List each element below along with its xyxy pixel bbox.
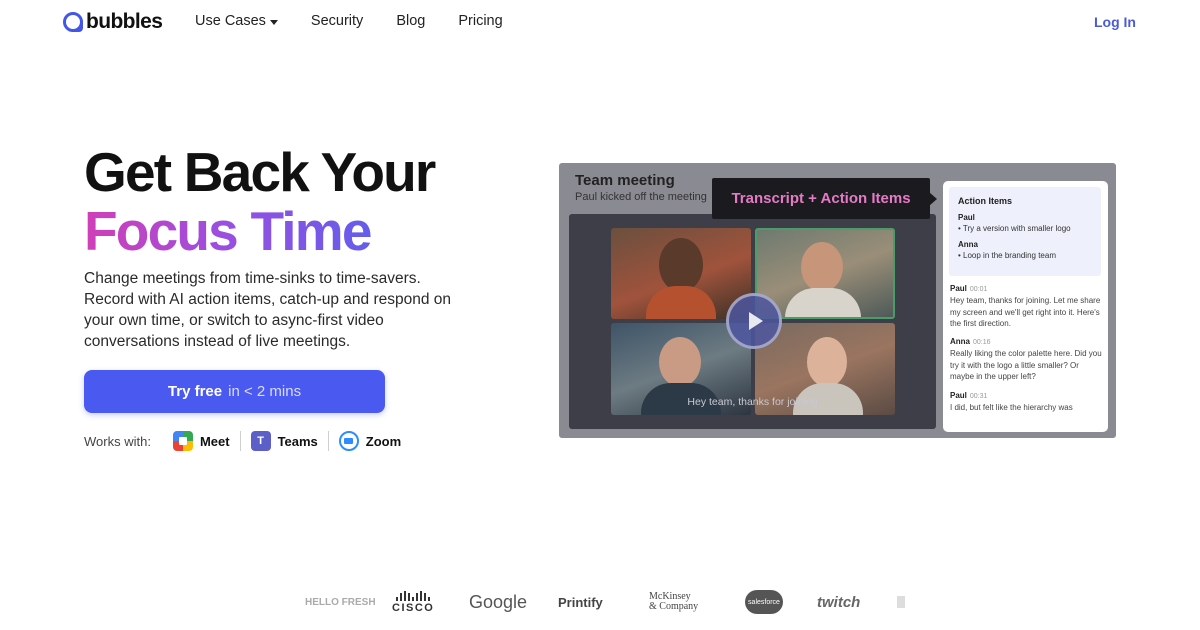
top-nav: bubbles Use Cases Security Blog Pricing … [0, 0, 1200, 44]
bubbles-logo-icon [63, 12, 83, 32]
meeting-title: Team meeting [575, 172, 675, 189]
app-label: Zoom [365, 433, 402, 449]
cisco-logo: CISCO [392, 585, 434, 619]
cta-main-label: Try free [167, 383, 223, 400]
action-item: • Try a version with smaller logo [958, 224, 1071, 233]
app-meet: Meet [163, 431, 240, 451]
printify-logo: Printify [558, 594, 603, 610]
cta-sub-label: in < 2 mins [228, 383, 302, 400]
login-link[interactable]: Log In [1094, 14, 1136, 30]
microsoft-teams-icon: T [250, 431, 271, 451]
participant-body [646, 286, 716, 319]
google-meet-icon [172, 431, 193, 451]
hellofresh-logo: HELLO FRESH [305, 596, 376, 608]
transcript-entry: Paul 00:01 Hey team, thanks for joining. … [950, 284, 1102, 330]
salesforce-logo: salesforce [745, 590, 783, 614]
app-label: Meet [199, 433, 230, 449]
nav-links: Use Cases Security Blog Pricing [195, 13, 503, 29]
video-player[interactable]: Hey team, thanks for joining [569, 214, 936, 429]
app-zoom: Zoom [329, 431, 411, 451]
speaker-name: Paul [950, 284, 967, 293]
transcript-entry: Paul 00:31 I did, but felt like the hiera… [950, 391, 1102, 414]
hero-subtitle: Change meetings from time-sinks to time-… [84, 270, 452, 350]
transcript-text: Hey team, thanks for joining. Let me sha… [950, 296, 1101, 328]
app-label: Teams [277, 433, 318, 449]
participant-face [807, 337, 847, 387]
participant-face [801, 242, 843, 292]
zoom-icon [338, 431, 359, 451]
bubbles-logo[interactable]: bubbles [63, 10, 163, 34]
nav-link-pricing[interactable]: Pricing [458, 13, 502, 29]
try-free-button[interactable]: Try free in < 2 mins [84, 370, 385, 413]
nav-link-use-cases[interactable]: Use Cases [195, 13, 278, 29]
speaker-name: Anna [950, 337, 970, 346]
transcript-text: I did, but felt like the hierarchy was [950, 403, 1073, 412]
transcript-badge: Transcript + Action Items [712, 178, 930, 219]
cisco-logo-text: CISCO [392, 601, 435, 614]
transcript-panel: Action Items Paul • Try a version with s… [943, 181, 1108, 432]
partial-logo [897, 596, 905, 608]
action-item: • Loop in the branding team [958, 251, 1056, 260]
participant-face [659, 238, 703, 292]
customer-logos: HELLO FRESH CISCO Google Printify McKins… [300, 585, 920, 619]
action-item-owner: Paul [958, 213, 975, 222]
cisco-bars-icon [396, 590, 431, 601]
action-items-box: Action Items Paul • Try a version with s… [949, 187, 1101, 276]
transcript-text: Really liking the color palette here. Di… [950, 349, 1102, 381]
mckinsey-logo: McKinsey & Company [649, 585, 698, 619]
badge-arrow [929, 192, 937, 206]
works-with: Works with: Meet T Teams Zoom [84, 431, 411, 451]
action-items-title: Action Items [958, 196, 1013, 206]
logo-text: bubbles [86, 10, 163, 33]
participant-body [785, 288, 861, 317]
nav-link-label: Use Cases [195, 13, 266, 29]
participant-face [659, 337, 701, 387]
hero-title-line2: Focus Time [84, 202, 435, 261]
app-teams: T Teams [241, 431, 328, 451]
google-logo: Google [469, 591, 528, 612]
transcript-entry: Anna 00:16 Really liking the color palett… [950, 337, 1102, 383]
speaker-name: Paul [950, 391, 967, 400]
nav-link-security[interactable]: Security [311, 13, 363, 29]
action-item-owner: Anna [958, 240, 978, 249]
works-with-label: Works with: [84, 433, 151, 449]
timestamp: 00:31 [969, 393, 988, 400]
timestamp: 00:16 [973, 339, 991, 346]
hero-title: Get Back Your Focus Time [84, 141, 436, 261]
chevron-down-icon [269, 19, 278, 25]
timestamp: 00:01 [969, 286, 988, 293]
twitch-logo: twitch [817, 593, 861, 611]
video-caption: Hey team, thanks for joining [687, 396, 818, 408]
mckinsey-logo-line2: & Company [649, 601, 699, 612]
play-button[interactable] [726, 293, 782, 349]
nav-link-blog[interactable]: Blog [396, 13, 425, 29]
meeting-subtitle: Paul kicked off the meeting [575, 191, 707, 203]
hero-title-line1: Get Back Your [84, 141, 436, 203]
